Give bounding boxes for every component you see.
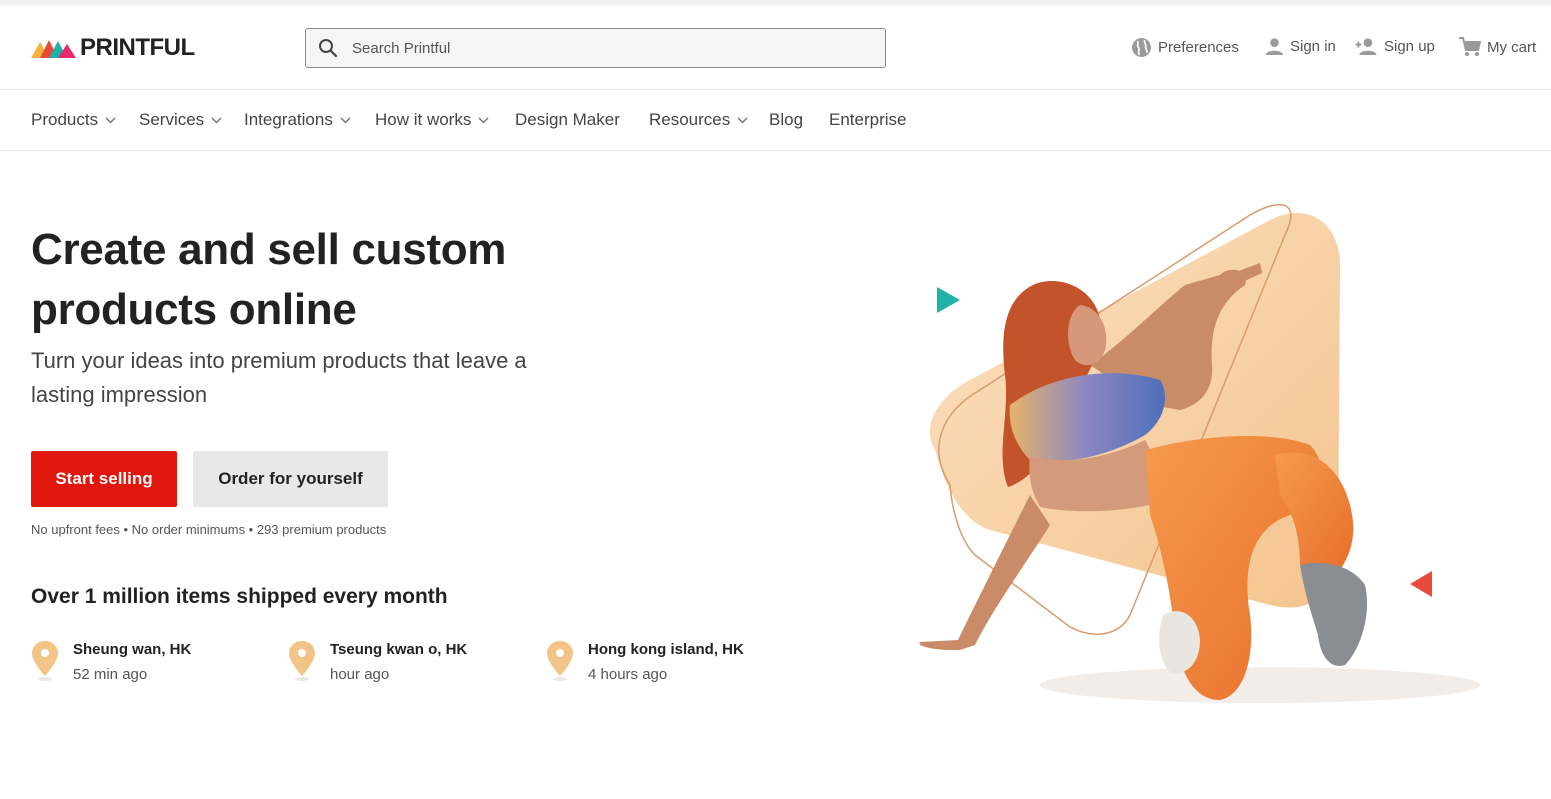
nav-label: Services [139, 110, 205, 129]
location-place: Hong kong island, HK [588, 641, 744, 658]
hero-title: Create and sell custom products online [31, 225, 507, 334]
order-for-yourself-button[interactable]: Order for yourself [193, 451, 388, 507]
search-input[interactable] [352, 39, 852, 57]
sign-up-label: Sign up [1384, 38, 1435, 55]
chevron-down-icon [340, 117, 351, 124]
preferences-link[interactable]: Preferences [1131, 37, 1239, 58]
nav-label: Integrations [244, 110, 333, 129]
shipping-location: Hong kong island, HK 4 hours ago [546, 640, 744, 685]
nav-item-services[interactable]: Services [139, 110, 222, 130]
add-user-icon [1355, 38, 1377, 56]
logo-mark-icon [31, 40, 76, 58]
nav-item-products[interactable]: Products [31, 110, 116, 130]
main-nav: Products Services Integrations How it wo… [0, 90, 1551, 151]
location-pin-icon [289, 641, 315, 681]
cart-label: My cart [1487, 38, 1537, 56]
floor-shadow [1040, 667, 1480, 703]
chevron-down-icon [211, 117, 222, 124]
chevron-down-icon [105, 117, 116, 124]
chevron-down-icon [478, 117, 489, 124]
nav-item-blog[interactable]: Blog [769, 110, 803, 130]
nav-label: Enterprise [829, 110, 907, 129]
location-pin-icon [32, 641, 58, 681]
hero-illustration [919, 204, 1480, 703]
chevron-down-icon [737, 117, 748, 124]
nav-label: Design Maker [515, 110, 620, 129]
shipping-location: Tseung kwan o, HK hour ago [288, 640, 467, 685]
location-time: 52 min ago [73, 666, 148, 683]
nav-item-integrations[interactable]: Integrations [244, 110, 351, 130]
red-triangle-icon [1410, 571, 1432, 597]
nav-item-enterprise[interactable]: Enterprise [829, 110, 906, 130]
nav-item-resources[interactable]: Resources [649, 110, 748, 130]
nav-label: How it works [375, 110, 472, 129]
location-pin-icon [547, 641, 573, 681]
teal-triangle-icon [937, 287, 960, 313]
user-icon [1265, 38, 1284, 56]
shipping-location: Sheung wan, HK 52 min ago [31, 640, 191, 685]
location-time: hour ago [330, 666, 390, 683]
cart-link[interactable]: My cart [1459, 37, 1536, 57]
location-time: 4 hours ago [588, 666, 668, 683]
nav-label: Products [31, 110, 99, 129]
sign-in-label: Sign in [1290, 38, 1336, 55]
nav-item-how-it-works[interactable]: How it works [375, 110, 489, 130]
nav-item-design-maker[interactable]: Design Maker [515, 110, 620, 130]
search-bar[interactable] [305, 28, 886, 68]
logo-text: PRINTFUL [80, 34, 195, 61]
shipping-title: Over 1 million items shipped every month [31, 585, 448, 608]
location-place: Sheung wan, HK [73, 641, 192, 658]
nav-label: Blog [769, 110, 804, 129]
globe-icon [1132, 38, 1151, 57]
cart-icon [1459, 37, 1481, 56]
hero-fine-print: No upfront fees • No order minimums • 29… [31, 522, 387, 537]
logo[interactable]: PRINTFUL [31, 35, 195, 61]
preferences-label: Preferences [1158, 39, 1239, 56]
nav-label: Resources [649, 110, 731, 129]
header: PRINTFUL Preferences Sign in Sign up [0, 6, 1551, 90]
location-place: Tseung kwan o, HK [330, 641, 468, 658]
hero-subtitle: Turn your ideas into premium products th… [31, 348, 527, 407]
start-selling-button[interactable]: Start selling [31, 451, 177, 507]
sign-up-link[interactable]: Sign up [1354, 37, 1435, 56]
sign-in-link[interactable]: Sign in [1265, 37, 1336, 56]
search-icon [319, 39, 338, 58]
